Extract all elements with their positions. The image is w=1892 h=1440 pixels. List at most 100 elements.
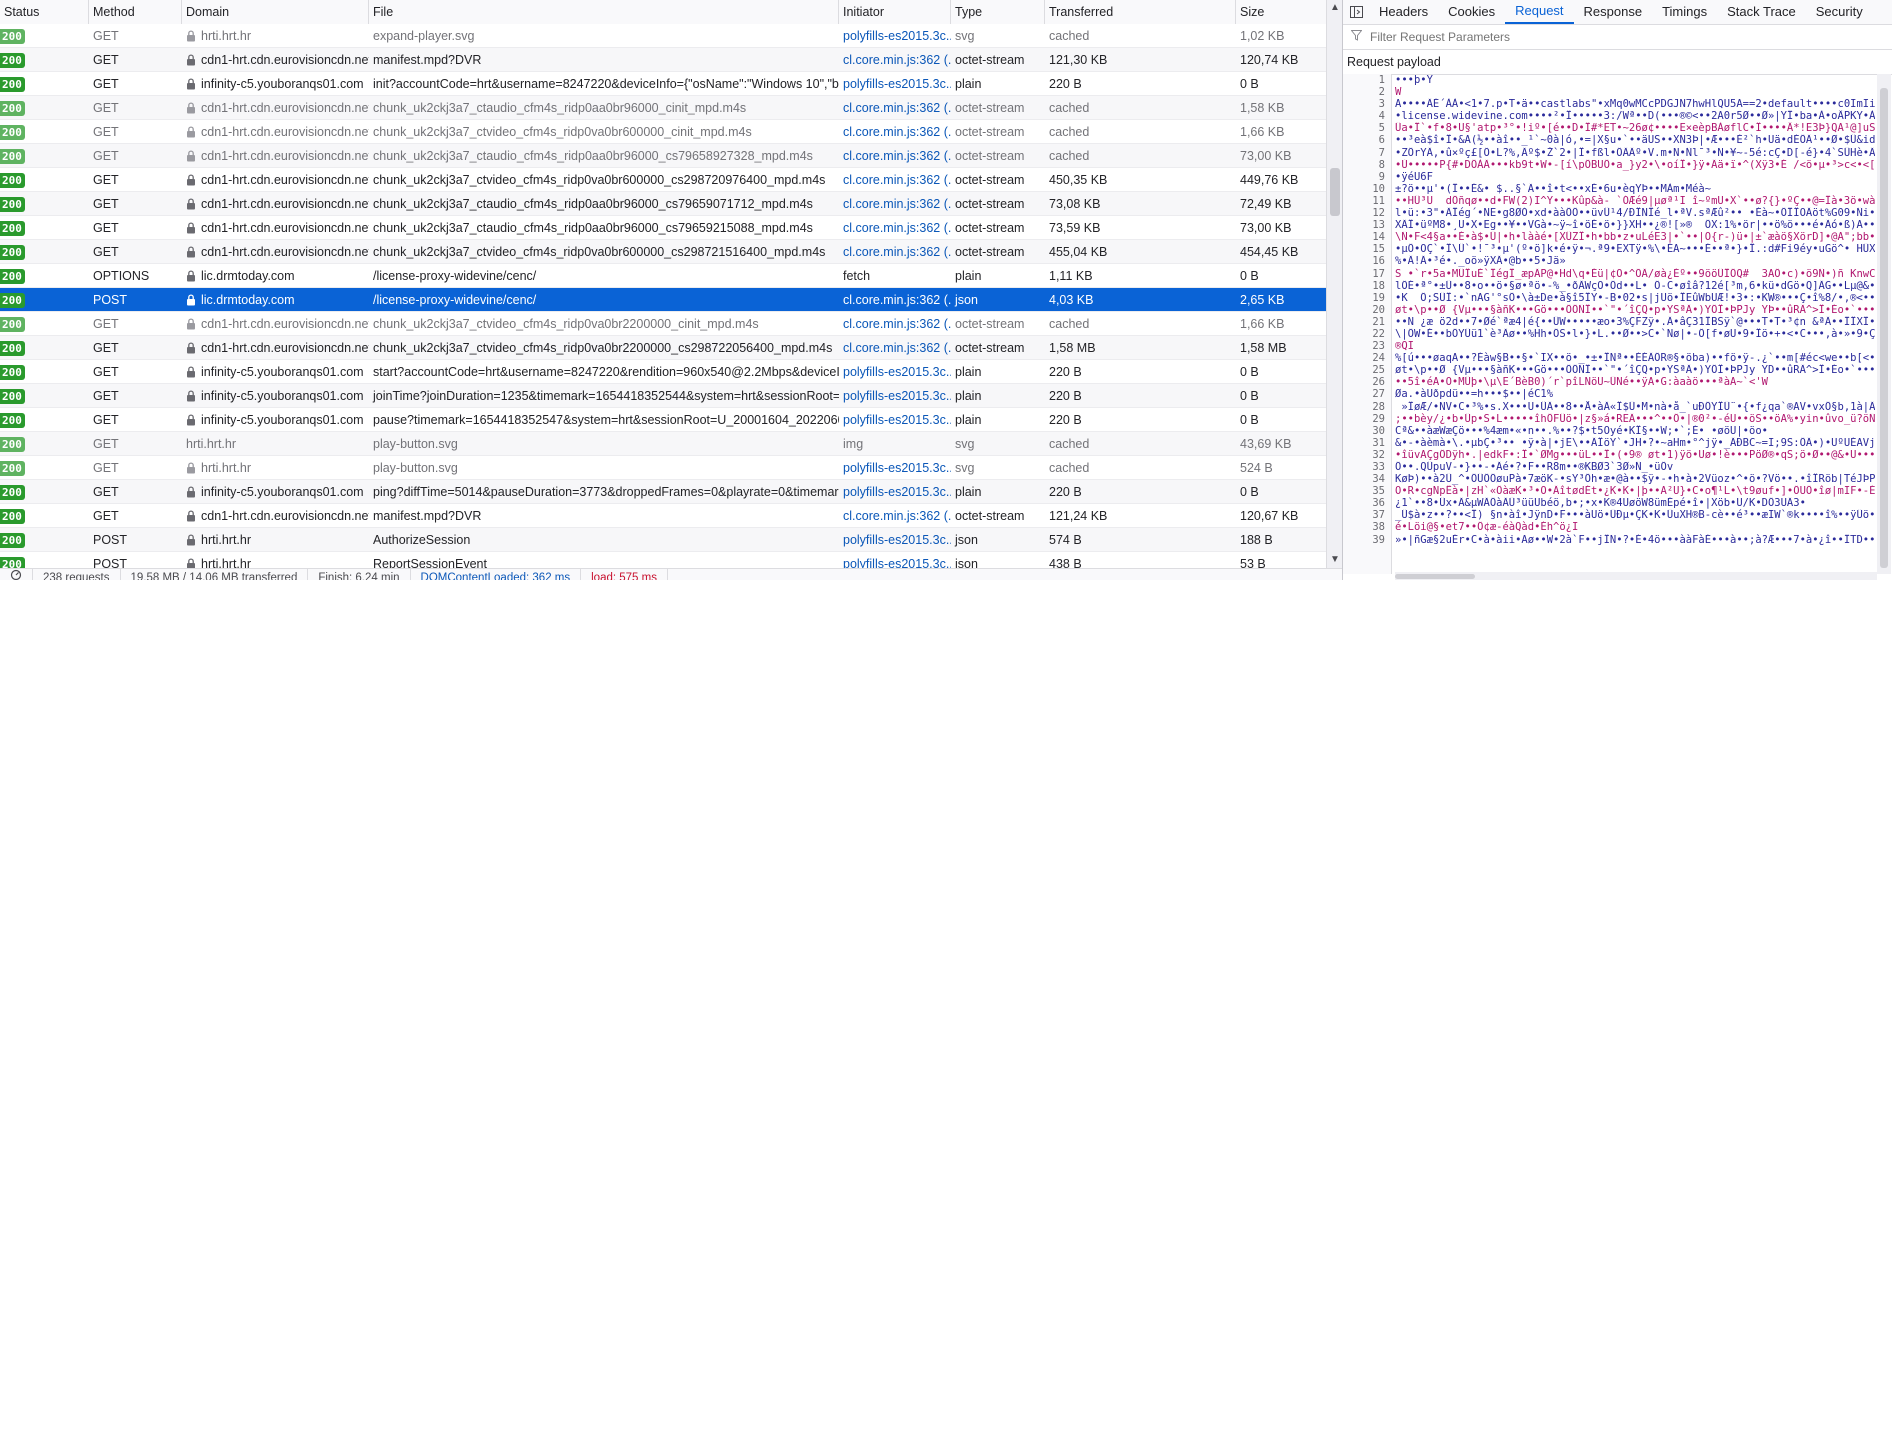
initiator-link[interactable]: cl.core.min.js:362 (...: [843, 197, 951, 211]
tab-cookies[interactable]: Cookies: [1438, 0, 1505, 24]
scroll-down-arrow-icon[interactable]: ▼: [1327, 552, 1342, 568]
lock-icon: [187, 557, 195, 568]
payload-line: O•R•cgNpÊà•|zH`«ÖàæK•³•O•ÄîtødÉt•¿K•K•|þ…: [1395, 485, 1875, 498]
initiator-cell: cl.core.min.js:362 (...: [839, 504, 951, 528]
domain-text: cdn1-hrt.cdn.eurovisioncdn.net: [201, 124, 369, 139]
status-cell: 200: [0, 144, 89, 168]
table-row[interactable]: 200 POST lic.drmtoday.com/license-proxy-wi…: [0, 288, 1326, 312]
column-header-transferred[interactable]: Transferred: [1045, 0, 1236, 24]
initiator-link[interactable]: cl.core.min.js:362 (...: [843, 245, 951, 259]
payload-horizontal-scrollbar[interactable]: [1395, 572, 1877, 580]
type-cell: octet-stream: [955, 148, 1025, 163]
lock-icon: [187, 317, 195, 329]
column-header-status[interactable]: Status: [0, 0, 89, 24]
initiator-link[interactable]: cl.core.min.js:362 (...: [843, 173, 951, 187]
table-row[interactable]: 200 GET infinity-c5.youboranqs01.com ping?d…: [0, 480, 1326, 504]
table-row[interactable]: 200 GET cdn1-hrt.cdn.eurovisioncdn.net chun…: [0, 192, 1326, 216]
table-row[interactable]: 200 GET cdn1-hrt.cdn.eurovisioncdn.net mani…: [0, 504, 1326, 528]
table-row[interactable]: 200 GET cdn1-hrt.cdn.eurovisioncdn.net mani…: [0, 48, 1326, 72]
table-row[interactable]: 200 POST hrti.hrt.hr ReportSessionEvent poly…: [0, 552, 1326, 568]
initiator-link[interactable]: polyfills-es2015.3c...: [843, 77, 951, 91]
status-badge: 200: [0, 484, 25, 500]
initiator-link[interactable]: polyfills-es2015.3c...: [843, 557, 951, 569]
column-header-method[interactable]: Method: [89, 0, 182, 24]
status-badge: 200: [0, 364, 25, 380]
tab-headers[interactable]: Headers: [1369, 0, 1438, 24]
initiator-link[interactable]: cl.core.min.js:362 (...: [843, 221, 951, 235]
performance-icon[interactable]: [0, 569, 33, 580]
initiator-link[interactable]: cl.core.min.js:362 (...: [843, 317, 951, 331]
domain-cell: cdn1-hrt.cdn.eurovisioncdn.net: [182, 96, 369, 120]
initiator-link[interactable]: cl.core.min.js:362 (...: [843, 125, 951, 139]
initiator-link[interactable]: polyfills-es2015.3c...: [843, 365, 951, 379]
tab-timings[interactable]: Timings: [1652, 0, 1717, 24]
file-cell: manifest.mpd?DVR: [373, 508, 482, 523]
table-row[interactable]: 200 GET hrti.hrt.hr play-button.svg polyfill…: [0, 456, 1326, 480]
table-row[interactable]: 200 GET cdn1-hrt.cdn.eurovisioncdn.net chun…: [0, 120, 1326, 144]
column-header-initiator[interactable]: Initiator: [839, 0, 951, 24]
domain-cell: infinity-c5.youboranqs01.com: [182, 72, 369, 96]
initiator-link[interactable]: polyfills-es2015.3c...: [843, 389, 951, 403]
request-list-scrollbar[interactable]: ▲ ▼: [1326, 0, 1342, 568]
initiator-cell: cl.core.min.js:362 (...: [839, 120, 951, 144]
payload-line: ••³eà$î•Î•&A(½••àî••_¹`~0à|ó,•=|X§u•`••ä…: [1395, 134, 1875, 147]
initiator-link[interactable]: cl.core.min.js:362 (...: [843, 149, 951, 163]
payload-hscrollbar-thumb[interactable]: [1395, 574, 1475, 579]
table-row[interactable]: 200 GET cdn1-hrt.cdn.eurovisioncdn.net chun…: [0, 336, 1326, 360]
payload-vertical-scrollbar[interactable]: [1877, 74, 1891, 574]
table-row[interactable]: 200 GET hrti.hrt.hr expand-player.svg polyfi…: [0, 24, 1326, 48]
size-cell: 0 B: [1240, 268, 1259, 283]
tab-response[interactable]: Response: [1574, 0, 1653, 24]
line-number: 2: [1378, 86, 1385, 99]
initiator-link[interactable]: polyfills-es2015.3c...: [843, 29, 951, 43]
filter-request-parameters-input[interactable]: [1368, 29, 1772, 45]
table-row[interactable]: 200 GET cdn1-hrt.cdn.eurovisioncdn.net chun…: [0, 168, 1326, 192]
payload-line: »ÎøÆ/•NV•C•³%•s.X•••U•ÛÄ••8••Å•àÄ«Î$Ü•M•…: [1395, 400, 1875, 413]
table-row[interactable]: 200 GET infinity-c5.youboranqs01.com pause?…: [0, 408, 1326, 432]
initiator-link[interactable]: cl.core.min.js:362 (...: [843, 509, 951, 523]
table-row[interactable]: 200 GET cdn1-hrt.cdn.eurovisioncdn.net chun…: [0, 96, 1326, 120]
domain-text: lic.drmtoday.com: [201, 292, 295, 307]
file-cell: ping?diffTime=5014&pauseDuration=3773&dr…: [373, 484, 839, 499]
table-row[interactable]: 200 GET infinity-c5.youboranqs01.com joinTi…: [0, 384, 1326, 408]
tab-stack-trace[interactable]: Stack Trace: [1717, 0, 1806, 24]
table-row[interactable]: 200 OPTIONS lic.drmtoday.com/license-proxy…: [0, 264, 1326, 288]
domain-cell: infinity-c5.youboranqs01.com: [182, 360, 369, 384]
lock-icon: [187, 77, 195, 89]
table-row[interactable]: 200 POST hrti.hrt.hr AuthorizeSession polyfi…: [0, 528, 1326, 552]
toggle-sidebar-icon[interactable]: [1343, 0, 1369, 24]
initiator-link[interactable]: fetch: [843, 269, 870, 283]
scrollbar-thumb[interactable]: [1330, 168, 1340, 216]
column-header-type[interactable]: Type: [951, 0, 1045, 24]
line-number: 36: [1372, 497, 1385, 510]
status-badge: 200: [0, 268, 25, 284]
column-header-size[interactable]: Size: [1236, 0, 1326, 24]
tab-request[interactable]: Request: [1505, 0, 1574, 24]
initiator-link[interactable]: img: [843, 437, 863, 451]
initiator-link[interactable]: polyfills-es2015.3c...: [843, 461, 951, 475]
column-header-domain[interactable]: Domain: [182, 0, 369, 24]
initiator-link[interactable]: polyfills-es2015.3c...: [843, 485, 951, 499]
initiator-link[interactable]: cl.core.min.js:362 (...: [843, 341, 951, 355]
scroll-up-arrow-icon[interactable]: ▲: [1327, 0, 1342, 16]
file-cell: AuthorizeSession: [373, 532, 471, 547]
table-row[interactable]: 200 GET infinity-c5.youboranqs01.com init?a…: [0, 72, 1326, 96]
type-cell: plain: [955, 364, 982, 379]
initiator-link[interactable]: polyfills-es2015.3c...: [843, 413, 951, 427]
request-payload-viewer[interactable]: 1 2 3 4 5 6 7 8 9 10 11 12 13 14 15 16 17 18 19 20 21 22 23 24 2…: [1343, 74, 1877, 574]
column-header-file[interactable]: File: [369, 0, 839, 24]
initiator-cell: cl.core.min.js:362 (...: [839, 288, 951, 312]
table-row[interactable]: 200 GET hrti.hrt.hr play-button.svg img svg ca…: [0, 432, 1326, 456]
table-row[interactable]: 200 GET cdn1-hrt.cdn.eurovisioncdn.net chun…: [0, 216, 1326, 240]
initiator-link[interactable]: polyfills-es2015.3c...: [843, 533, 951, 547]
table-row[interactable]: 200 GET cdn1-hrt.cdn.eurovisioncdn.net chun…: [0, 240, 1326, 264]
initiator-link[interactable]: cl.core.min.js:362 (...: [843, 53, 951, 67]
tab-security[interactable]: Security: [1806, 0, 1873, 24]
payload-code[interactable]: •••þ•Y W A••••ÄÉ´ÀÀ•<1•7.p•T•ä••castlabs"•…: [1395, 74, 1875, 574]
initiator-link[interactable]: cl.core.min.js:362 (...: [843, 101, 951, 115]
payload-scrollbar-thumb[interactable]: [1880, 88, 1888, 568]
initiator-link[interactable]: cl.core.min.js:362 (...: [843, 293, 951, 307]
table-row[interactable]: 200 GET cdn1-hrt.cdn.eurovisioncdn.net chun…: [0, 144, 1326, 168]
table-row[interactable]: 200 GET cdn1-hrt.cdn.eurovisioncdn.net chun…: [0, 312, 1326, 336]
table-row[interactable]: 200 GET infinity-c5.youboranqs01.com start?…: [0, 360, 1326, 384]
